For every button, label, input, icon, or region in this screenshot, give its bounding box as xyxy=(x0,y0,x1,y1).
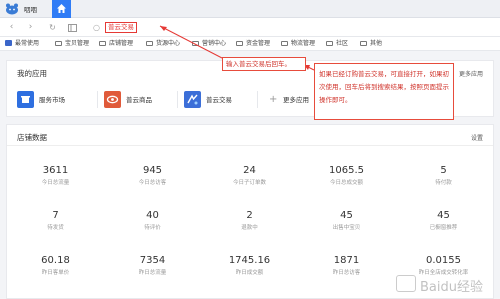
folder-icon xyxy=(281,40,288,46)
bookmarks-bar: 最常使用 宝贝管理 店铺管理 货源中心 营销中心 资金管理 物流管理 社区 其他 xyxy=(0,37,500,51)
stat-item[interactable]: 40 待评价 xyxy=(104,210,201,231)
puyun-goods-icon xyxy=(104,91,121,108)
folder-icon xyxy=(326,40,333,46)
stat-item[interactable]: 45 出售中宝贝 xyxy=(298,210,395,231)
stat-item[interactable]: 2 退款中 xyxy=(201,210,298,231)
bookmark-item[interactable]: 货源中心 xyxy=(146,39,180,49)
home-tab[interactable] xyxy=(52,0,71,18)
bookmark-item[interactable]: 店铺管理 xyxy=(99,39,133,49)
stat-item[interactable]: 3611 今日总流量 xyxy=(7,165,104,186)
divider xyxy=(257,91,258,108)
service-market-icon xyxy=(17,91,34,108)
stat-item[interactable]: 1065.5 今日总成交额 xyxy=(298,165,395,186)
back-icon[interactable]: ‹ xyxy=(5,21,18,34)
folder-icon xyxy=(360,40,367,46)
stat-item[interactable]: 1871 昨日总访客 xyxy=(298,255,395,276)
more-apps-link[interactable]: 更多应用 xyxy=(459,69,483,78)
folder-icon xyxy=(236,40,243,46)
bookmark-item[interactable]: 营销中心 xyxy=(192,39,226,49)
app-name: 咽咽 xyxy=(24,6,37,14)
folder-icon xyxy=(99,40,106,46)
sidebar-toggle-icon[interactable] xyxy=(66,21,79,34)
bookmark-item[interactable]: 资金管理 xyxy=(236,39,270,49)
stat-item[interactable]: 1745.16 昨日成交额 xyxy=(201,255,298,276)
watermark: Baidu经验 xyxy=(396,273,496,295)
annotation-input-note: 输入普云交易后回车。 xyxy=(222,57,306,71)
forward-icon[interactable]: › xyxy=(24,21,37,34)
refresh-icon[interactable]: ↻ xyxy=(46,21,59,34)
home-icon xyxy=(57,4,66,13)
address-input[interactable]: 普云交易 xyxy=(105,22,137,33)
app-logo-icon xyxy=(6,3,18,15)
stat-item[interactable]: 24 今日子订单数 xyxy=(201,165,298,186)
folder-icon xyxy=(55,40,62,46)
shop-data-title: 店铺数据 xyxy=(17,133,47,142)
stat-item[interactable]: 7354 昨日总流量 xyxy=(104,255,201,276)
divider xyxy=(177,91,178,108)
stat-item[interactable]: 5 待付款 xyxy=(395,165,492,186)
bookmark-frequent[interactable]: 最常使用 xyxy=(5,39,39,49)
folder-icon xyxy=(192,40,199,46)
stat-item[interactable]: 45 已橱窗推荐 xyxy=(395,210,492,231)
navigation-bar: ‹ › ↻ ○ 普云交易 xyxy=(0,18,500,37)
app-puyun-trade[interactable]: 普云交易 xyxy=(184,91,264,109)
bookmark-item[interactable]: 社区 xyxy=(326,39,348,49)
app-puyun-goods[interactable]: 普云商品 xyxy=(104,91,184,109)
stat-item[interactable]: 945 今日总访客 xyxy=(104,165,201,186)
divider xyxy=(97,91,98,108)
bookmark-item[interactable]: 其他 xyxy=(360,39,382,49)
divider xyxy=(7,145,493,146)
bookmark-item[interactable]: 物流管理 xyxy=(281,39,315,49)
settings-link[interactable]: 设置 xyxy=(471,133,483,142)
address-bar[interactable]: ○ 普云交易 xyxy=(93,21,213,34)
bookmark-item[interactable]: 宝贝管理 xyxy=(55,39,89,49)
search-icon: ○ xyxy=(93,23,100,32)
baidu-paw-icon xyxy=(396,275,416,292)
title-bar: 咽咽 xyxy=(0,0,500,18)
folder-icon xyxy=(146,40,153,46)
plus-icon: + xyxy=(269,94,278,105)
stat-item[interactable]: 7 待发货 xyxy=(7,210,104,231)
app-service-market[interactable]: 服务市场 xyxy=(17,91,97,109)
stat-item[interactable]: 60.18 昨日客单价 xyxy=(7,255,104,276)
puyun-trade-icon xyxy=(184,91,201,108)
my-apps-title: 我的应用 xyxy=(17,69,47,78)
annotation-info-note: 如果已经订购普云交易，可直接打开，如果初次使用，回车后将到搜索结果，按照页面提示… xyxy=(314,63,454,120)
bookmark-star-icon xyxy=(5,39,12,46)
